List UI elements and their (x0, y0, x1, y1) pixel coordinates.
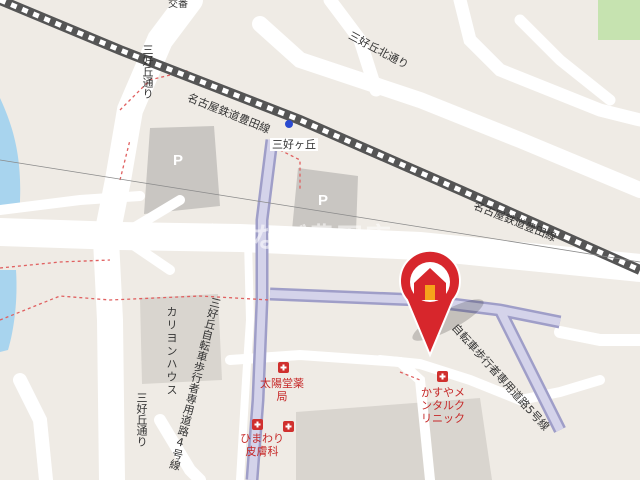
hospital-cross-icon-himawari-1[interactable] (252, 419, 263, 430)
hospital-cross-icon-taiyodo[interactable] (278, 362, 289, 373)
river-south (0, 270, 17, 352)
hospital-cross-icon-kasuya[interactable] (437, 371, 448, 382)
park-area (598, 0, 640, 40)
hospital-cross-icon-himawari-2[interactable] (283, 421, 294, 432)
map-view[interactable]: P P 交番 三好丘北通り 三好丘通り 名古屋鉄道豊田線 三好ヶ丘 名古屋鉄道豊… (0, 0, 640, 480)
river-north (0, 98, 21, 210)
carillon-house-label: カリヨンハウス (165, 306, 178, 397)
kasuya-mental-clinic-label[interactable]: かすやメンタルクリニック (418, 386, 468, 425)
koban-label: 交番 (168, 0, 188, 10)
watermark: 住まなび豊田店 (196, 223, 392, 254)
parking-label-station: P (318, 192, 329, 209)
station-label[interactable]: 三好ヶ丘 (270, 138, 318, 151)
miyoshigaoka-dori-top-label: 三好丘通り (141, 44, 154, 99)
parking-label-west: P (173, 152, 184, 169)
taiyodo-pharmacy-label[interactable]: 太陽堂薬局 (260, 377, 304, 403)
station-icon[interactable] (285, 120, 293, 128)
miyoshigaoka-dori-bottom-label: 三好丘通り (135, 392, 148, 447)
himawari-dermatology-label[interactable]: ひまわり皮膚科 (239, 432, 285, 458)
